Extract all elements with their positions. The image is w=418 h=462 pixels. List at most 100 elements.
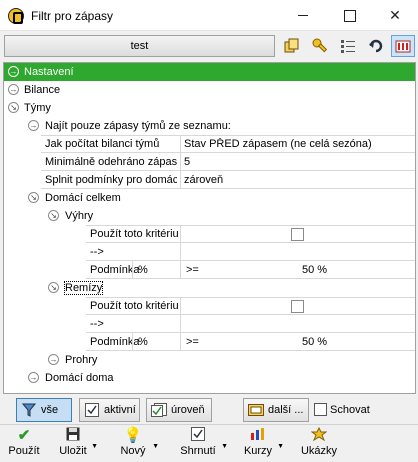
tree-node-nastaveni[interactable]: → Nastavení (4, 63, 415, 81)
examples-icon (299, 426, 339, 445)
property-value-input[interactable]: 5 (184, 156, 412, 168)
examples-button[interactable]: Ukázky (299, 426, 339, 461)
tree-node-najit-pouze[interactable]: → Najít pouze zápasy týmů ze seznamu: (4, 117, 415, 135)
column-divider (180, 297, 181, 315)
footer-toolbar: ✔ Použít Uložit ▼ 💡 Nový ▼ Shrnutí ▼ Kur… (0, 424, 418, 462)
expand-icon[interactable]: → (8, 66, 19, 77)
tree-node-tymy[interactable]: ↘ Týmy (4, 99, 415, 117)
property-label: Splnit podmínky pro domácí (45, 174, 177, 186)
list-settings-icon[interactable] (336, 35, 360, 57)
save-label: Uložit (59, 445, 87, 457)
property-row-vyhry-pouzit: Použít toto kritérium (4, 225, 415, 243)
odds-chart-icon (242, 427, 274, 445)
show-level-button[interactable]: úroveň (146, 398, 212, 422)
new-label: Nový (120, 445, 146, 457)
summary-button[interactable]: Shrnutí ▼ (178, 427, 228, 461)
tree-node-prohry[interactable]: → Prohry (4, 351, 415, 369)
apply-label: Použít (8, 445, 40, 457)
copy-icon[interactable] (280, 35, 304, 57)
column-divider (132, 261, 133, 279)
collapse-icon[interactable]: ↘ (48, 282, 59, 293)
tree-node-bilance[interactable]: → Bilance (4, 81, 415, 99)
close-button[interactable]: ✕ (372, 0, 418, 31)
expand-icon[interactable]: → (28, 120, 39, 131)
dropdown-arrow-icon[interactable]: ▼ (152, 443, 159, 450)
property-row-remizy-pouzit: Použít toto kritérium (4, 297, 415, 315)
property-row-vyhry-arrow: --> (4, 243, 415, 261)
property-label: Použít toto kritérium (90, 300, 178, 312)
property-value-select[interactable]: zároveň (184, 174, 412, 186)
operator-select[interactable]: >= (186, 264, 199, 276)
save-button[interactable]: Uložit ▼ (58, 427, 98, 461)
top-toolbar: test (0, 32, 418, 60)
property-label: Použít toto kritérium (90, 228, 178, 240)
minimize-button[interactable] (280, 0, 326, 31)
expand-icon[interactable]: → (48, 354, 59, 365)
property-row-vyhry-podminka: Podmínka % >= 50 % (4, 261, 415, 279)
undo-icon[interactable] (364, 35, 388, 57)
tree-node-label: Domácí doma (45, 372, 114, 384)
collapse-icon[interactable]: ↘ (48, 210, 59, 221)
unit-label: % (138, 264, 148, 276)
property-label: Jak počítat bilanci týmů (45, 138, 160, 150)
column-divider (180, 243, 181, 261)
row-grid (86, 315, 415, 333)
column-divider (132, 333, 133, 351)
arrow-label: --> (90, 246, 104, 258)
column-divider (180, 225, 181, 243)
tree-node-domaci-celkem[interactable]: ↘ Domácí celkem (4, 189, 415, 207)
apply-button[interactable]: ✔ Použít (8, 427, 40, 461)
dropdown-arrow-icon[interactable]: ▼ (221, 443, 228, 450)
row-grid (86, 243, 415, 261)
collapse-icon[interactable]: ↘ (28, 192, 39, 203)
property-row-jak-pocitat: Jak počítat bilanci týmů Stav PŘED zápas… (4, 135, 415, 153)
tree-node-label: Nastavení (24, 66, 74, 78)
tree-node-label: Prohry (65, 354, 98, 366)
hide-checkbox-group[interactable]: Schovat (314, 403, 370, 416)
key-icon[interactable] (308, 35, 332, 57)
use-criterion-checkbox[interactable] (291, 300, 304, 313)
profile-selector-button[interactable]: test (4, 35, 275, 57)
funnel-icon (21, 402, 37, 418)
more-button[interactable]: další ... (243, 398, 309, 422)
property-row-remizy-podminka: Podmínka % >= 50 % (4, 333, 415, 351)
title-bar: Filtr pro zápasy ✕ (0, 0, 418, 31)
operator-select[interactable]: >= (186, 336, 199, 348)
expand-icon[interactable]: → (28, 372, 39, 383)
odds-label: Kurzy (243, 445, 273, 457)
tree-node-label: Domácí celkem (45, 192, 121, 204)
floppy-disk-icon (58, 427, 88, 445)
show-all-button[interactable]: vše (16, 398, 72, 422)
use-criterion-checkbox[interactable] (291, 228, 304, 241)
bar-chart-icon[interactable] (391, 35, 415, 57)
tree-node-remizy[interactable]: ↘ Remízy (4, 279, 415, 297)
column-divider (180, 153, 181, 171)
value-input[interactable]: 50 % (302, 264, 327, 276)
column-divider (180, 261, 181, 279)
column-divider (180, 333, 181, 351)
arrow-label: --> (90, 318, 104, 330)
collapse-icon[interactable]: ↘ (8, 102, 19, 113)
new-button[interactable]: 💡 Nový ▼ (117, 427, 159, 461)
tree-node-vyhry[interactable]: ↘ Výhry (4, 207, 415, 225)
dropdown-arrow-icon[interactable]: ▼ (91, 443, 98, 450)
value-input[interactable]: 50 % (302, 336, 327, 348)
summary-label: Shrnutí (180, 445, 216, 457)
more-label: další ... (268, 404, 304, 416)
property-value-select[interactable]: Stav PŘED zápasem (ne celá sezóna) (184, 138, 412, 150)
hide-checkbox[interactable] (314, 403, 327, 416)
tree-node-label: Bilance (24, 84, 61, 96)
tree-node-label: Najít pouze zápasy týmů ze seznamu: (45, 120, 231, 132)
show-active-button[interactable]: aktivní (79, 398, 140, 422)
property-row-remizy-arrow: --> (4, 315, 415, 333)
column-divider (180, 135, 181, 153)
checkbox-checked-icon (84, 402, 100, 418)
odds-button[interactable]: Kurzy ▼ (242, 427, 284, 461)
expand-icon[interactable]: → (8, 84, 19, 95)
summary-icon (178, 427, 218, 445)
dropdown-arrow-icon[interactable]: ▼ (277, 443, 284, 450)
property-row-splnit: Splnit podmínky pro domácí zároveň (4, 171, 415, 189)
maximize-button[interactable] (326, 0, 372, 31)
table-icon (248, 402, 264, 418)
tree-node-domaci-doma[interactable]: → Domácí doma (4, 369, 415, 387)
